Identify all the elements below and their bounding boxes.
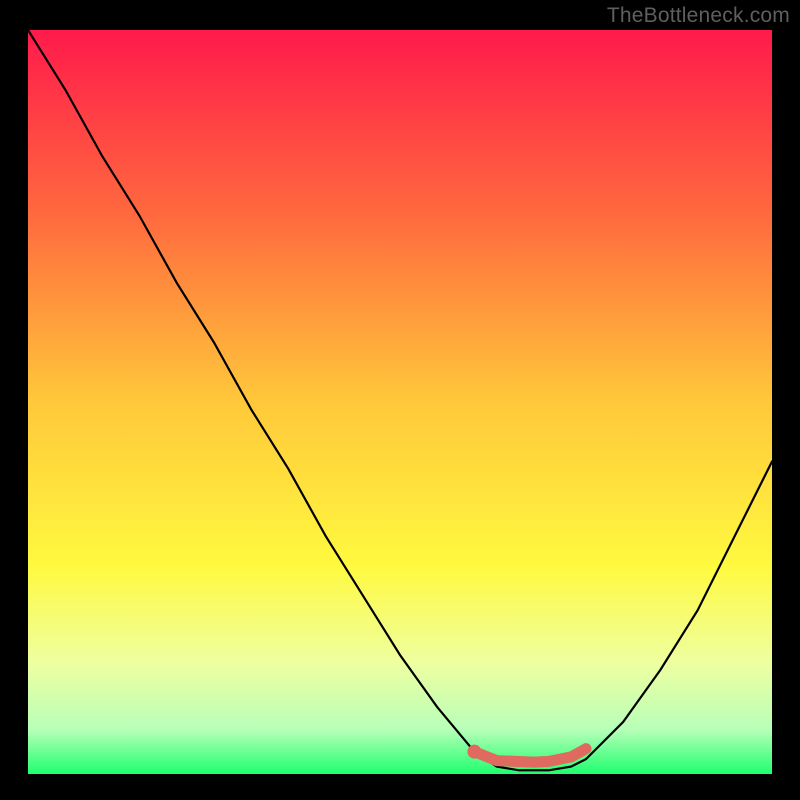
sweet-spot-start-dot [467,745,481,759]
attribution-label: TheBottleneck.com [607,4,790,28]
sweet-spot-marker [474,749,586,762]
chart-frame: TheBottleneck.com [0,0,800,800]
plot-area [28,30,772,774]
marker-layer [28,30,772,774]
